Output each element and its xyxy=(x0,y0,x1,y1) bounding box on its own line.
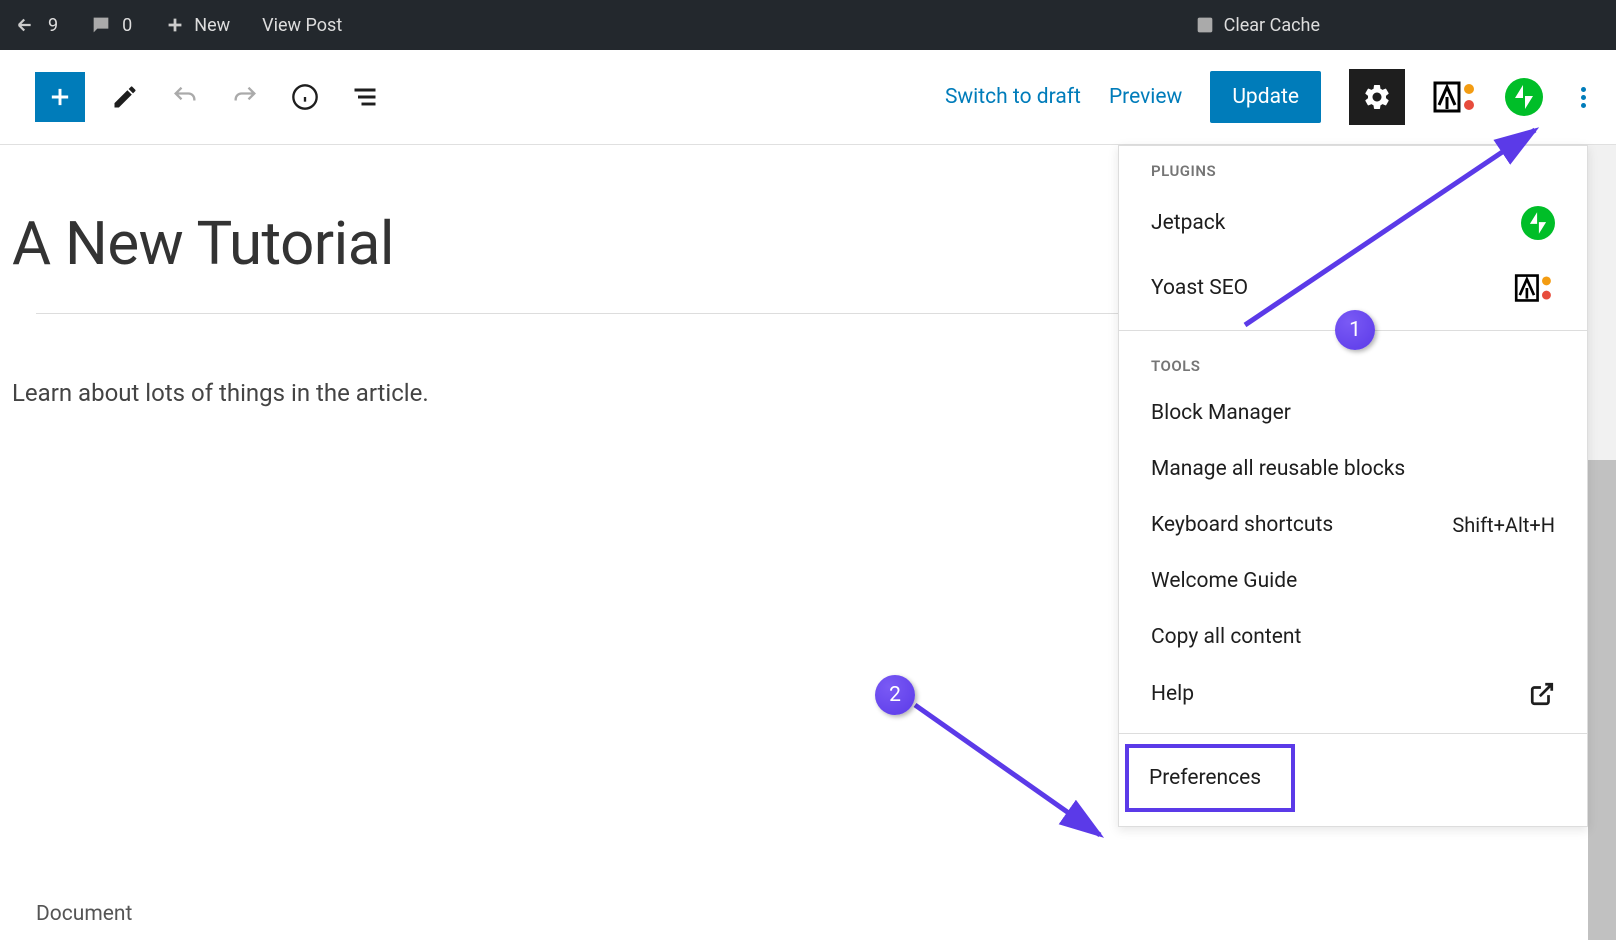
dropdown-item-label: Manage all reusable blocks xyxy=(1151,457,1405,481)
gear-icon xyxy=(1362,82,1392,112)
scrollbar-thumb[interactable] xyxy=(1588,460,1616,940)
admin-new[interactable]: New xyxy=(158,14,236,36)
view-post-label: View Post xyxy=(262,15,342,36)
annotation-arrow-1 xyxy=(1235,115,1555,345)
admin-view-post[interactable]: View Post xyxy=(256,15,348,36)
dropdown-copy-all[interactable]: Copy all content xyxy=(1119,609,1587,665)
edit-tool-button[interactable] xyxy=(105,77,145,117)
more-options-button[interactable] xyxy=(1571,77,1596,118)
update-icon xyxy=(16,14,38,36)
undo-button[interactable] xyxy=(165,77,205,117)
dropdown-item-label: Preferences xyxy=(1149,766,1261,790)
outline-button[interactable] xyxy=(345,77,385,117)
divider xyxy=(1119,733,1587,734)
shortcut-key: Shift+Alt+H xyxy=(1452,513,1555,537)
external-link-icon xyxy=(1529,681,1555,707)
undo-icon xyxy=(171,83,199,111)
plus-icon xyxy=(164,14,186,36)
dropdown-preferences[interactable]: Preferences xyxy=(1129,748,1291,808)
preferences-highlight: Preferences xyxy=(1125,744,1295,812)
dot-icon xyxy=(1581,87,1586,92)
breadcrumb-footer[interactable]: Document xyxy=(0,888,168,940)
comments-count: 0 xyxy=(122,15,132,36)
dropdown-item-label: Copy all content xyxy=(1151,625,1301,649)
dropdown-item-label: Jetpack xyxy=(1151,211,1225,235)
outline-icon xyxy=(351,83,379,111)
preview-button[interactable]: Preview xyxy=(1109,85,1182,109)
annotation-badge-1: 1 xyxy=(1335,310,1375,350)
switch-to-draft-button[interactable]: Switch to draft xyxy=(945,85,1081,109)
dot-icon xyxy=(1581,95,1586,100)
clear-cache-label: Clear Cache xyxy=(1224,15,1320,36)
updates-count: 9 xyxy=(48,15,58,36)
dropdown-keyboard-shortcuts[interactable]: Keyboard shortcuts Shift+Alt+H xyxy=(1119,497,1587,553)
dropdown-item-label: Help xyxy=(1151,682,1194,706)
plus-icon xyxy=(46,83,74,111)
jetpack-icon xyxy=(1505,78,1543,116)
annotation-num: 2 xyxy=(889,683,901,707)
toolbar-left xyxy=(35,72,385,122)
cache-icon xyxy=(1194,14,1216,36)
dot-icon xyxy=(1581,103,1586,108)
info-icon xyxy=(291,83,319,111)
add-block-button[interactable] xyxy=(35,72,85,122)
dropdown-item-label: Keyboard shortcuts xyxy=(1151,513,1333,537)
dropdown-item-label: Yoast SEO xyxy=(1151,276,1248,300)
annotation-arrow-2 xyxy=(900,690,1120,850)
dropdown-item-label: Welcome Guide xyxy=(1151,569,1297,593)
redo-icon xyxy=(231,83,259,111)
admin-clear-cache[interactable]: Clear Cache xyxy=(1188,14,1326,36)
dropdown-item-label: Block Manager xyxy=(1151,401,1291,425)
jetpack-button[interactable] xyxy=(1505,78,1543,116)
admin-updates[interactable]: 9 xyxy=(10,14,64,36)
redo-button[interactable] xyxy=(225,77,265,117)
yoast-icon xyxy=(1433,79,1477,115)
pencil-icon xyxy=(111,83,139,111)
dropdown-help[interactable]: Help xyxy=(1119,665,1587,723)
admin-bar-left: 9 0 New View Post xyxy=(10,14,348,36)
comment-icon xyxy=(90,14,112,36)
dropdown-manage-reusable[interactable]: Manage all reusable blocks xyxy=(1119,441,1587,497)
admin-comments[interactable]: 0 xyxy=(84,14,138,36)
info-button[interactable] xyxy=(285,77,325,117)
dropdown-block-manager[interactable]: Block Manager xyxy=(1119,385,1587,441)
dropdown-welcome-guide[interactable]: Welcome Guide xyxy=(1119,553,1587,609)
yoast-button[interactable] xyxy=(1433,79,1477,115)
annotation-badge-2: 2 xyxy=(875,675,915,715)
annotation-num: 1 xyxy=(1349,318,1361,342)
admin-bar: 9 0 New View Post Clear Cache xyxy=(0,0,1616,50)
new-label: New xyxy=(194,15,230,36)
breadcrumb-label: Document xyxy=(36,902,132,926)
